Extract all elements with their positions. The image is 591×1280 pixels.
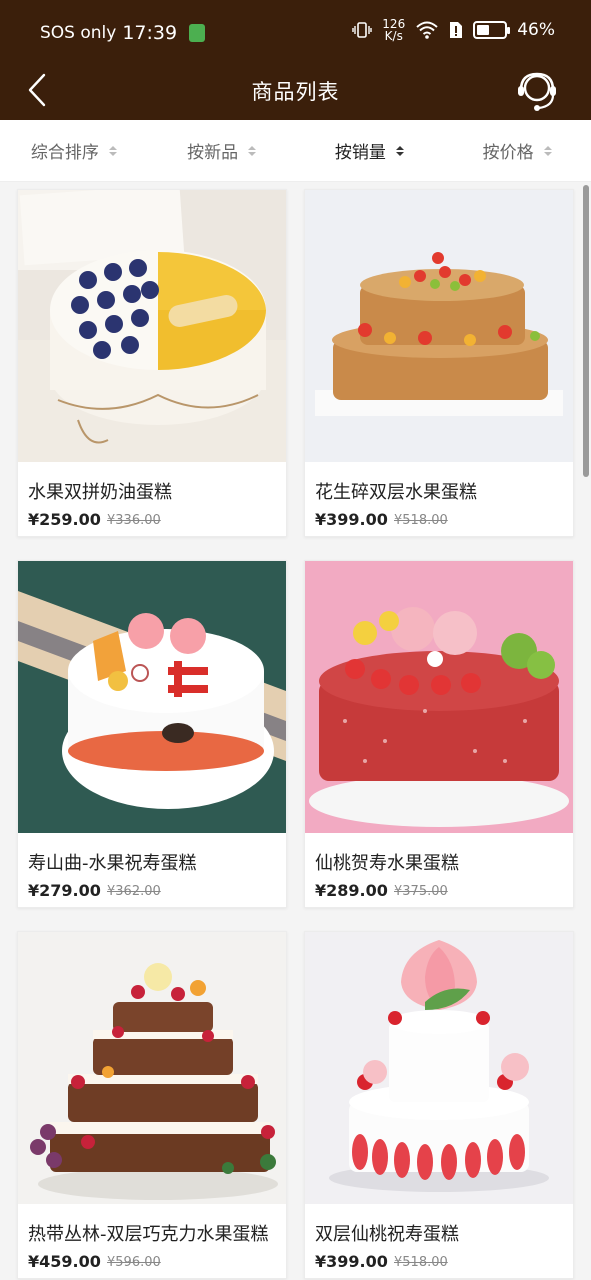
wifi-icon bbox=[416, 21, 438, 39]
sort-bar: 综合排序 按新品 按销量 按价格 bbox=[0, 120, 591, 182]
product-image bbox=[18, 190, 286, 462]
sort-comprehensive[interactable]: 综合排序 bbox=[0, 120, 148, 181]
product-card[interactable]: 花生碎双层水果蛋糕 ¥399.00 ¥518.00 bbox=[304, 189, 574, 537]
product-image bbox=[305, 190, 573, 462]
product-price: ¥399.00 bbox=[315, 1252, 388, 1271]
sort-sales[interactable]: 按销量 bbox=[296, 120, 444, 181]
product-card[interactable]: 寿山曲-水果祝寿蛋糕 ¥279.00 ¥362.00 bbox=[17, 560, 287, 908]
sort-label: 按价格 bbox=[482, 143, 534, 163]
net-speed: 126 K/s bbox=[382, 18, 405, 42]
product-price: ¥399.00 bbox=[315, 510, 388, 529]
sort-label: 按销量 bbox=[334, 143, 386, 163]
product-price: ¥259.00 bbox=[28, 510, 101, 529]
product-original-price: ¥362.00 bbox=[107, 884, 161, 899]
product-name: 寿山曲-水果祝寿蛋糕 bbox=[28, 853, 197, 874]
product-card[interactable]: 仙桃贺寿水果蛋糕 ¥289.00 ¥375.00 bbox=[304, 560, 574, 908]
sort-newest[interactable]: 按新品 bbox=[148, 120, 296, 181]
product-name: 双层仙桃祝寿蛋糕 bbox=[315, 1224, 459, 1245]
page-title: 商品列表 bbox=[251, 80, 340, 104]
customer-service-headset-icon[interactable] bbox=[515, 68, 559, 114]
status-right: 126 K/s 46% bbox=[352, 18, 555, 42]
sim-alert-icon bbox=[450, 22, 463, 38]
net-speed-unit: K/s bbox=[384, 29, 403, 43]
vibrate-icon bbox=[352, 22, 372, 38]
product-original-price: ¥518.00 bbox=[394, 1255, 448, 1270]
product-image bbox=[18, 932, 286, 1204]
battery-icon bbox=[473, 21, 511, 39]
battery-fill bbox=[477, 25, 490, 35]
sort-label: 按新品 bbox=[187, 143, 239, 163]
sort-arrows-icon bbox=[543, 145, 552, 156]
product-original-price: ¥375.00 bbox=[394, 884, 448, 899]
sort-arrows-icon bbox=[395, 145, 404, 156]
product-name: 仙桃贺寿水果蛋糕 bbox=[315, 853, 459, 874]
security-shield-icon bbox=[189, 24, 206, 42]
product-name: 水果双拼奶油蛋糕 bbox=[28, 482, 172, 503]
sort-price[interactable]: 按价格 bbox=[443, 120, 591, 181]
product-card[interactable]: 热带丛林-双层巧克力水果蛋糕 ¥459.00 ¥596.00 bbox=[17, 931, 287, 1279]
product-name: 热带丛林-双层巧克力水果蛋糕 bbox=[28, 1224, 269, 1245]
product-card[interactable]: 水果双拼奶油蛋糕 ¥259.00 ¥336.00 bbox=[17, 189, 287, 537]
battery-percent: 46% bbox=[517, 20, 555, 40]
product-price: ¥289.00 bbox=[315, 881, 388, 900]
sort-arrows-icon bbox=[108, 145, 117, 156]
product-image bbox=[18, 561, 286, 833]
product-name: 花生碎双层水果蛋糕 bbox=[315, 482, 477, 503]
sort-arrows-icon bbox=[248, 145, 257, 156]
product-image bbox=[305, 561, 573, 833]
status-bar: SOS only 17:39 126 K/s 46% bbox=[0, 0, 591, 62]
product-price: ¥459.00 bbox=[28, 1252, 101, 1271]
product-original-price: ¥336.00 bbox=[107, 513, 161, 528]
product-original-price: ¥596.00 bbox=[107, 1255, 161, 1270]
product-original-price: ¥518.00 bbox=[394, 513, 448, 528]
status-left: SOS only 17:39 bbox=[40, 22, 206, 44]
carrier-label: SOS only bbox=[40, 23, 117, 43]
scrollbar[interactable] bbox=[583, 185, 589, 477]
app-header: 商品列表 bbox=[0, 62, 591, 120]
product-card[interactable]: 双层仙桃祝寿蛋糕 ¥399.00 ¥518.00 bbox=[304, 931, 574, 1279]
product-image bbox=[305, 932, 573, 1204]
clock: 17:39 bbox=[122, 22, 178, 44]
product-price: ¥279.00 bbox=[28, 881, 101, 900]
sort-label: 综合排序 bbox=[30, 143, 99, 163]
